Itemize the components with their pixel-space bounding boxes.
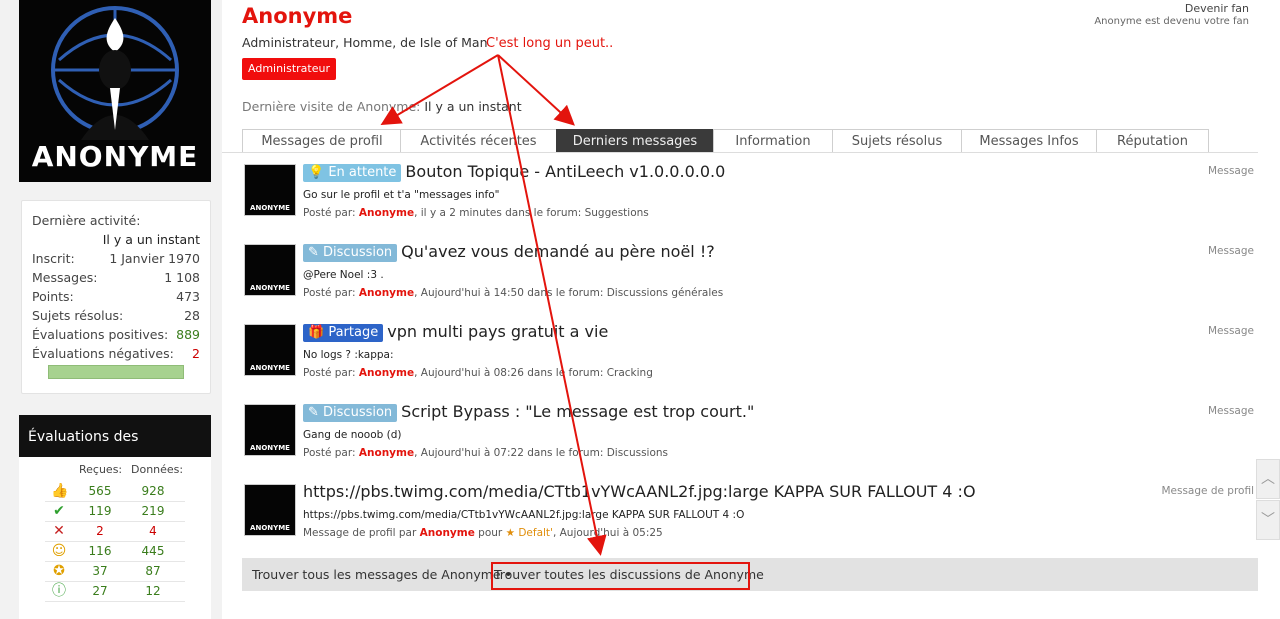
annotation-arrows [380, 54, 607, 556]
arrow-to-threads-link [497, 54, 607, 556]
arrow-to-profile-tab [380, 54, 499, 126]
